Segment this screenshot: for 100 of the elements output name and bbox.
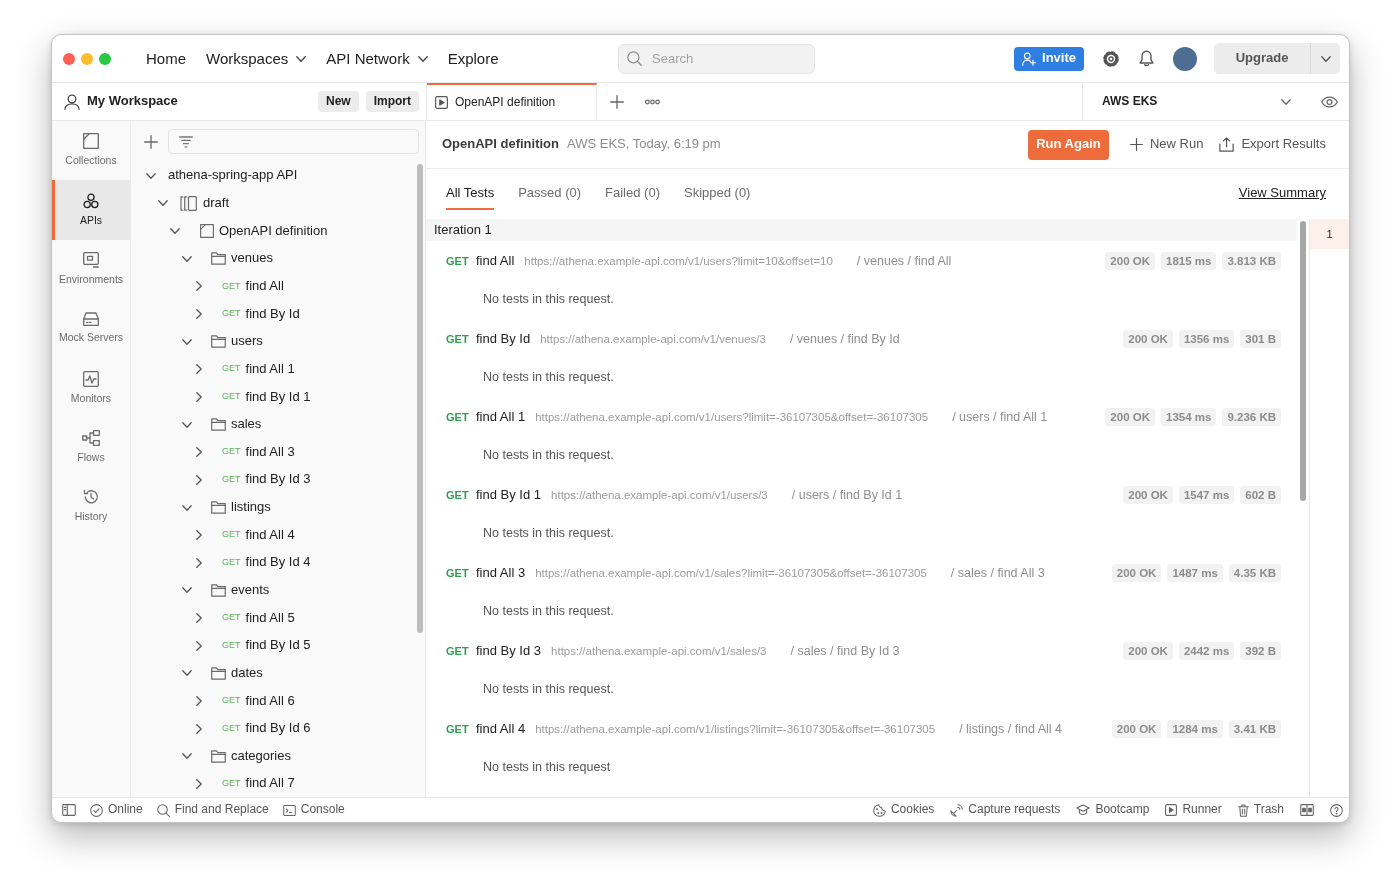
tree-item[interactable]: GET find By Id 6	[131, 714, 415, 743]
chevron-right-icon[interactable]	[196, 696, 202, 706]
chevron-down-icon[interactable]	[182, 255, 192, 262]
help-icon[interactable]	[1330, 803, 1343, 817]
new-button[interactable]: New	[317, 90, 359, 113]
status-item[interactable]: Trash	[1237, 802, 1284, 818]
view-summary-link[interactable]: View Summary	[1238, 185, 1326, 202]
result-tab[interactable]: Failed (0)	[605, 179, 660, 210]
chevron-right-icon[interactable]	[196, 391, 202, 402]
new-run-button[interactable]: New Run	[1130, 136, 1204, 153]
sidebar-item[interactable]: Flows	[52, 417, 130, 477]
sidebar-item[interactable]: Mock Servers	[52, 298, 130, 359]
status-item[interactable]: Find and Replace	[156, 802, 269, 818]
sidebar-item[interactable]: APIs	[52, 180, 130, 240]
nav-link[interactable]: Home	[136, 44, 196, 73]
tree-item[interactable]: athena-spring-app API	[131, 162, 415, 190]
settings-icon[interactable]	[1102, 49, 1120, 68]
tree-item[interactable]: users	[131, 327, 415, 356]
tree-item[interactable]: GET find By Id 1	[131, 383, 415, 411]
status-item[interactable]: Cookies	[872, 802, 935, 818]
chevron-right-icon[interactable]	[196, 723, 202, 734]
chevron-right-icon[interactable]	[196, 474, 202, 485]
more-icon[interactable]	[645, 98, 660, 105]
iteration-marker[interactable]: 1	[1310, 219, 1349, 249]
chevron-right-icon[interactable]	[196, 613, 202, 624]
chevron-down-icon[interactable]	[182, 753, 192, 760]
chevron-right-icon[interactable]	[196, 530, 202, 541]
nav-link[interactable]: Workspaces	[196, 44, 317, 73]
import-button[interactable]: Import	[365, 90, 419, 113]
status-item[interactable]: Bootcamp	[1076, 802, 1150, 818]
status-item[interactable]: Console	[282, 802, 345, 818]
nav-link[interactable]: API Network	[316, 44, 438, 73]
tree-item[interactable]: GET find All 6	[131, 687, 415, 715]
chevron-down-icon[interactable]	[182, 504, 192, 511]
tree-item[interactable]: listings	[131, 493, 415, 522]
request-path: / venues / find All	[856, 252, 952, 270]
tree-item[interactable]: venues	[131, 244, 415, 273]
tree-item[interactable]: GET find All	[131, 272, 415, 301]
chevron-down-icon[interactable]	[182, 338, 192, 345]
test-message: No tests in this request.	[483, 369, 614, 385]
sidebar-item[interactable]: Collections	[52, 121, 130, 181]
sidebar-item[interactable]: History	[52, 476, 130, 537]
tab[interactable]: OpenAPI definition	[427, 83, 597, 120]
tree-item[interactable]: OpenAPI definition	[131, 217, 415, 245]
panel-icon[interactable]	[62, 804, 76, 816]
tree-item[interactable]: GET find By Id 3	[131, 466, 415, 494]
result-tab[interactable]: All Tests	[446, 179, 495, 210]
status-item[interactable]: Capture requests	[950, 802, 1061, 818]
scrollbar-thumb[interactable]	[1300, 221, 1306, 501]
invite-button[interactable]: Invite	[1014, 46, 1084, 71]
chevron-right-icon[interactable]	[196, 778, 202, 789]
upgrade-button[interactable]: Upgrade	[1214, 43, 1310, 74]
tree-item[interactable]: GET find All 3	[131, 438, 415, 467]
status-item[interactable]: Online	[90, 802, 143, 818]
plus-icon[interactable]	[144, 134, 158, 149]
folder-icon	[211, 252, 226, 266]
nav-link[interactable]: Explore	[437, 44, 509, 73]
tree-item[interactable]: GET find All 7	[131, 770, 415, 797]
tree-item[interactable]: sales	[131, 410, 415, 439]
chevron-down-icon[interactable]	[170, 228, 180, 235]
time-badge: 1487 ms	[1167, 563, 1223, 583]
tree-item[interactable]: events	[131, 576, 415, 605]
tree-item[interactable]: categories	[131, 742, 415, 771]
close-window-icon[interactable]	[63, 52, 75, 65]
search-field[interactable]: Search	[618, 43, 815, 74]
chevron-right-icon[interactable]	[196, 447, 202, 458]
eye-icon[interactable]	[1320, 95, 1338, 108]
tree-item[interactable]: GET find All 4	[131, 521, 415, 549]
tree-item[interactable]: GET find All 5	[131, 604, 415, 632]
sidebar-item[interactable]: Environments	[52, 239, 130, 299]
tree-item[interactable]: dates	[131, 659, 415, 688]
export-results-button[interactable]: Export Results	[1219, 136, 1326, 153]
tree-item[interactable]: draft	[131, 189, 415, 218]
tree-item[interactable]: GET find All 1	[131, 355, 415, 384]
tree-item[interactable]: GET find By Id 4	[131, 548, 415, 577]
filter-field[interactable]	[168, 129, 419, 154]
chevron-right-icon[interactable]	[196, 364, 202, 375]
environment-selector[interactable]: AWS EKS	[1082, 83, 1309, 120]
chevron-down-icon[interactable]	[146, 172, 156, 179]
chevron-right-icon[interactable]	[196, 281, 202, 292]
chevron-down-icon[interactable]	[182, 587, 192, 594]
chevron-down-icon[interactable]	[158, 200, 168, 207]
chevron-right-icon[interactable]	[196, 640, 202, 651]
result-tab[interactable]: Skipped (0)	[683, 179, 751, 210]
sidebar-item[interactable]: Monitors	[52, 358, 130, 418]
plus-icon[interactable]	[610, 94, 624, 109]
tree-item[interactable]: GET find By Id 5	[131, 631, 415, 660]
status-item[interactable]: Runner	[1165, 802, 1222, 818]
tree-item[interactable]: GET find By Id	[131, 300, 415, 328]
folder-icon	[211, 583, 226, 597]
bell-icon[interactable]	[1138, 50, 1155, 67]
chevron-right-icon[interactable]	[196, 557, 202, 568]
chevron-down-icon[interactable]	[182, 421, 192, 428]
two-pane-icon[interactable]	[1300, 804, 1314, 816]
chevron-right-icon[interactable]	[196, 309, 202, 319]
avatar-placeholder[interactable]	[1173, 46, 1197, 71]
result-tab[interactable]: Passed (0)	[518, 179, 582, 210]
scrollbar-thumb[interactable]	[417, 164, 423, 633]
chevron-down-icon[interactable]	[182, 670, 192, 677]
request-path: / venues / find By Id	[789, 330, 900, 348]
